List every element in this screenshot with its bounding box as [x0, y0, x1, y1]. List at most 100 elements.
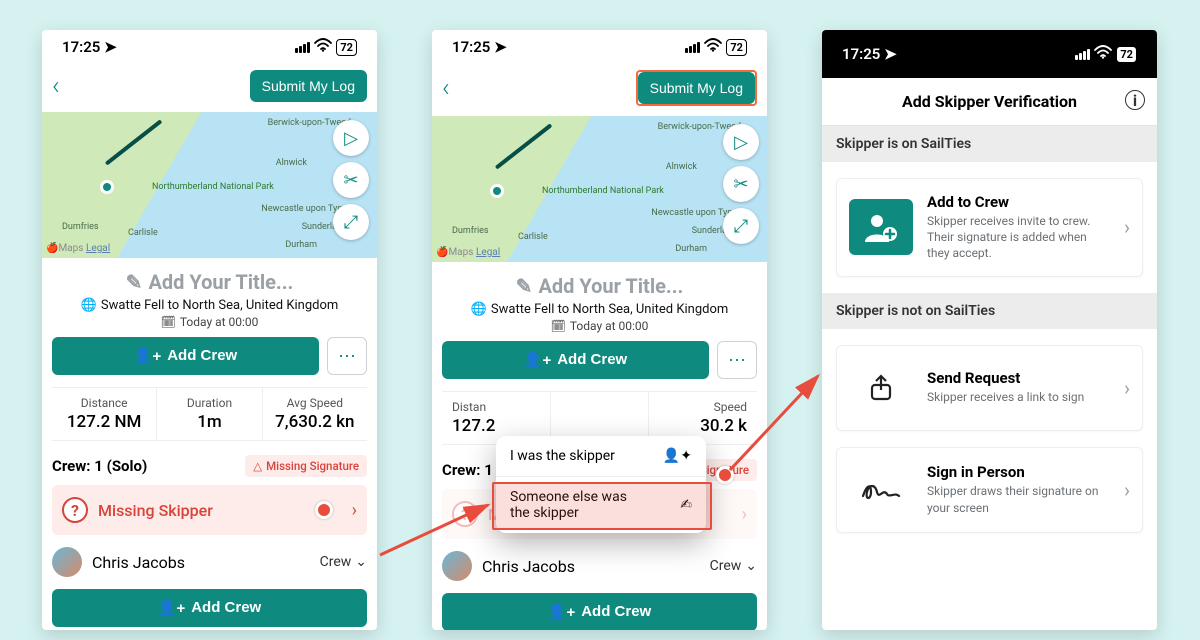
back-button[interactable]: ‹	[52, 71, 60, 101]
calendar-icon: 🗓	[551, 319, 566, 333]
pencil-icon: ✎	[126, 270, 143, 294]
title-input[interactable]: ✎Add Your Title...	[126, 270, 294, 294]
missing-signature-badge: △Missing Signature	[245, 455, 367, 477]
status-time: 17:25 ➤	[62, 38, 117, 56]
sheet-header: Add Skipper Verification i	[822, 78, 1157, 126]
map-legal-link[interactable]: Legal	[476, 247, 500, 258]
back-button[interactable]: ‹	[442, 73, 450, 103]
battery-icon: 72	[336, 39, 357, 56]
expand-button[interactable]: ⤢	[333, 204, 369, 240]
battery-icon: 72	[726, 39, 747, 56]
pencil-icon: ✎	[516, 274, 533, 298]
track-line	[495, 123, 553, 169]
option-i-was-skipper[interactable]: I was the skipper 👤✦	[496, 436, 706, 476]
chevron-right-icon: ›	[352, 500, 357, 521]
info-button[interactable]: i	[1125, 90, 1145, 110]
annotation-highlight	[492, 482, 712, 530]
missing-skipper-row[interactable]: ?Missing Skipper ›	[52, 485, 367, 535]
stats-row: Distance127.2 NM Duration1m Avg Speed7,6…	[52, 387, 367, 441]
globe-icon: 🌐	[81, 298, 97, 313]
submit-log-button[interactable]: Submit My Log	[250, 70, 367, 102]
date-label: 🗓Today at 00:00	[52, 315, 367, 329]
add-crew-button-bottom[interactable]: 👤+Add Crew	[442, 593, 757, 630]
globe-icon: 🌐	[471, 302, 487, 317]
title-input[interactable]: ✎Add Your Title...	[516, 274, 684, 298]
avatar	[52, 547, 82, 577]
add-crew-button[interactable]: 👤+Add Crew	[52, 337, 319, 375]
map-attribution: 🍎Maps	[46, 243, 83, 254]
stage: { "status": { "time": "17:25", "battery"…	[0, 0, 1200, 640]
location-icon: ➤	[104, 38, 117, 56]
phone-skipper-popup: 17:25 ➤ 72 ‹ Submit My Log Berwick-upon-…	[432, 30, 767, 630]
map-view[interactable]: Berwick-upon-Tweed Alnwick Northumberlan…	[432, 116, 767, 262]
add-person-icon	[849, 199, 913, 255]
calendar-icon: 🗓	[161, 315, 176, 329]
submit-log-button[interactable]: Submit My Log	[638, 72, 755, 104]
track-start-icon	[100, 180, 114, 194]
add-crew-button-bottom[interactable]: 👤+Add Crew	[52, 589, 367, 627]
chevron-right-icon: ›	[1124, 376, 1130, 400]
self-icon: 👤✦	[663, 448, 692, 464]
annotation-dot	[716, 466, 734, 484]
add-person-icon: 👤+	[524, 351, 551, 369]
wifi-icon	[704, 38, 722, 56]
wifi-icon	[1094, 45, 1112, 63]
location-icon: ➤	[494, 38, 507, 56]
share-icon	[849, 360, 913, 416]
card-send-request[interactable]: Send RequestSkipper receives a link to s…	[836, 345, 1143, 431]
chevron-right-icon: ›	[1124, 215, 1130, 239]
phone-verification-sheet: 17:25 ➤ 72 Add Skipper Verification i Sk…	[822, 30, 1157, 630]
status-bar: 17:25 ➤ 72	[42, 30, 377, 64]
add-person-icon: 👤+	[134, 347, 161, 365]
section-not-on-sailties: Skipper is not on SailTies	[822, 293, 1157, 329]
trim-button[interactable]: ✂	[723, 166, 759, 202]
nav-bar: ‹ Submit My Log	[432, 64, 767, 116]
question-icon: ?	[62, 497, 88, 523]
cellular-icon	[685, 42, 700, 53]
submit-highlight: Submit My Log	[636, 70, 757, 106]
date-label: 🗓Today at 00:00	[442, 319, 757, 333]
wifi-icon	[314, 38, 332, 56]
track-line	[105, 119, 163, 165]
nav-bar: ‹ Submit My Log	[42, 64, 377, 112]
cellular-icon	[1075, 49, 1090, 60]
route-label: 🌐Swatte Fell to North Sea, United Kingdo…	[442, 302, 757, 317]
annotation-dot	[315, 501, 333, 519]
chevron-right-icon: ›	[742, 504, 747, 525]
chevron-down-icon: ⌄	[355, 554, 367, 570]
status-bar: 17:25 ➤ 72	[822, 30, 1157, 78]
more-button[interactable]: ⋯	[327, 337, 367, 375]
expand-button[interactable]: ⤢	[723, 208, 759, 244]
map-legal-link[interactable]: Legal	[86, 243, 110, 254]
play-button[interactable]: ▷	[723, 124, 759, 160]
track-start-icon	[490, 184, 504, 198]
dynamic-island	[941, 40, 1031, 64]
status-bar: 17:25 ➤ 72	[432, 30, 767, 64]
crew-header: Crew: 1 (Solo)	[52, 457, 147, 475]
add-crew-button[interactable]: 👤+Add Crew	[442, 341, 709, 379]
status-time: 17:25 ➤	[452, 38, 507, 56]
crew-member-row[interactable]: Chris Jacobs Crew⌄	[432, 539, 767, 593]
phone-log-detail: 17:25 ➤ 72 ‹ Submit My Log Berwick-upon-…	[42, 30, 377, 630]
card-add-to-crew[interactable]: Add to CrewSkipper receives invite to cr…	[836, 178, 1143, 277]
crew-member-row[interactable]: Chris Jacobs Crew⌄	[42, 535, 377, 589]
chevron-right-icon: ›	[1124, 478, 1130, 502]
signature-icon	[849, 462, 913, 518]
location-icon: ➤	[884, 45, 897, 63]
more-button[interactable]: ⋯	[717, 341, 757, 379]
chevron-down-icon: ⌄	[745, 558, 757, 574]
route-label: 🌐Swatte Fell to North Sea, United Kingdo…	[52, 298, 367, 313]
avatar	[442, 551, 472, 581]
section-on-sailties: Skipper is on SailTies	[822, 126, 1157, 162]
card-sign-in-person[interactable]: Sign in PersonSkipper draws their signat…	[836, 447, 1143, 533]
battery-icon: 72	[1116, 46, 1137, 63]
cellular-icon	[295, 42, 310, 53]
add-person-icon: 👤+	[158, 599, 185, 617]
trim-button[interactable]: ✂	[333, 162, 369, 198]
map-view[interactable]: Berwick-upon-Tweed Alnwick Northumberlan…	[42, 112, 377, 258]
question-icon: ?	[452, 501, 478, 527]
play-button[interactable]: ▷	[333, 120, 369, 156]
map-attribution: 🍎Maps	[436, 247, 473, 258]
add-person-icon: 👤+	[548, 603, 575, 621]
status-time: 17:25 ➤	[842, 45, 897, 63]
